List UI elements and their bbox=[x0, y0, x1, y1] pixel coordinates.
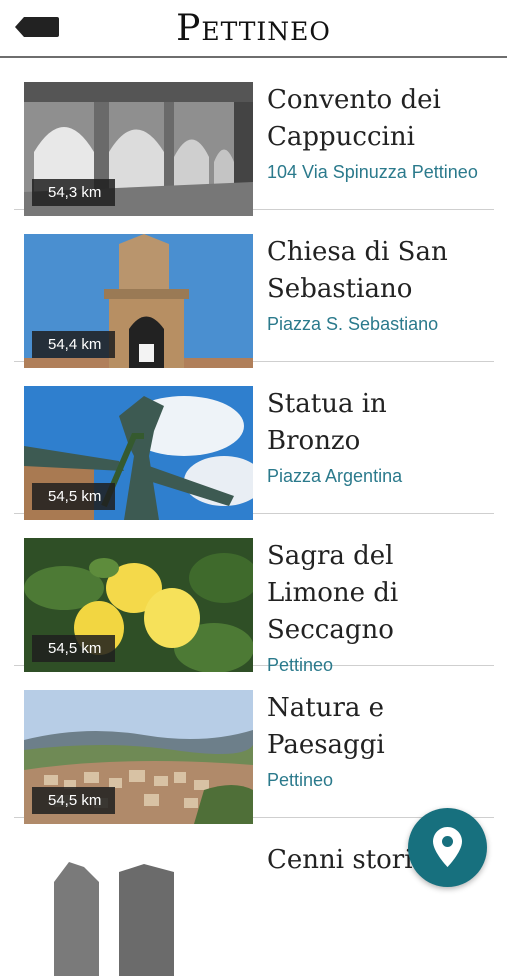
place-name: Convento dei Cappuccini bbox=[267, 85, 441, 152]
place-thumbnail: 54,5 km bbox=[24, 386, 253, 520]
distance-badge: 54,5 km bbox=[32, 483, 116, 510]
list-item[interactable]: 54,5 km Statua in Bronzo Piazza Argentin… bbox=[14, 362, 494, 520]
place-address: Piazza S. Sebastiano bbox=[267, 314, 439, 334]
map-pin-icon bbox=[433, 827, 462, 867]
list-item[interactable]: 54,5 km Sagra del Limone di Seccagno Pet… bbox=[14, 514, 494, 675]
place-name: Natura e Paesaggi bbox=[267, 693, 385, 760]
distance-badge: 54,4 km bbox=[32, 331, 116, 358]
place-name: Sagra del Limone di Seccagno bbox=[267, 541, 399, 645]
list-item[interactable]: 54,4 km Chiesa di San Sebastiano Piazza … bbox=[14, 210, 494, 368]
place-thumbnail: 54,5 km bbox=[24, 690, 253, 824]
place-thumbnail bbox=[24, 842, 253, 976]
place-thumbnail: 54,4 km bbox=[24, 234, 253, 368]
place-name: Chiesa di San Sebastiano bbox=[267, 237, 448, 304]
distance-badge: 54,3 km bbox=[32, 179, 116, 206]
list-item[interactable]: 54,5 km Natura e Paesaggi Pettineo bbox=[14, 666, 494, 824]
page-title: Pettineo bbox=[176, 8, 331, 49]
list-item[interactable]: 54,3 km Convento dei Cappuccini 104 Via … bbox=[14, 58, 494, 216]
place-thumbnail: 54,5 km bbox=[24, 538, 253, 672]
place-name: Statua in Bronzo bbox=[267, 389, 387, 456]
place-thumbnail: 54,3 km bbox=[24, 82, 253, 216]
place-address: Piazza Argentina bbox=[267, 466, 403, 486]
distance-badge: 54,5 km bbox=[32, 787, 116, 814]
place-address: 104 Via Spinuzza Pettineo bbox=[267, 162, 478, 182]
place-address: Pettineo bbox=[267, 770, 334, 790]
header: Pettineo bbox=[0, 0, 507, 58]
distance-badge: 54,5 km bbox=[32, 635, 116, 662]
map-button[interactable] bbox=[408, 808, 487, 887]
